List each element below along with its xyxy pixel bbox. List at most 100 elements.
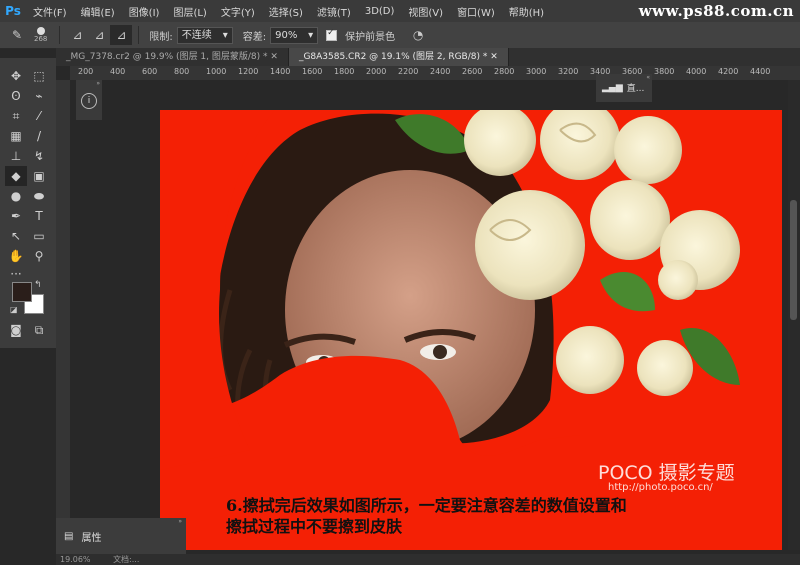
brush-size-value: 268 <box>34 35 48 43</box>
site-watermark: www.ps88.com.cn <box>638 2 794 20</box>
poco-url: http://photo.poco.cn/ <box>608 482 713 493</box>
history-brush-tool-icon[interactable]: ↯ <box>28 146 50 166</box>
background-eraser-tool-icon[interactable]: ✎ <box>6 25 28 45</box>
menu-type[interactable]: 文字(Y) <box>214 4 262 19</box>
close-icon[interactable]: ✕ <box>270 52 278 62</box>
collapse-icon[interactable]: » <box>56 518 186 525</box>
hand-tool-icon[interactable]: ✋ <box>5 246 27 266</box>
divider <box>59 26 61 44</box>
eyedropper-tool-icon[interactable]: ⁄ <box>28 106 50 126</box>
caption-line-1: 6.擦拭完后效果如图所示，一定要注意容差的数值设置和 <box>226 496 627 515</box>
menu-help[interactable]: 帮助(H) <box>502 4 551 19</box>
rose <box>556 326 624 394</box>
ruler-tick-label: 400 <box>110 67 126 76</box>
document-canvas[interactable]: POCO 摄影专题 http://photo.poco.cn/ 6.擦拭完后效果… <box>160 110 782 550</box>
ruler-tick-label: 2200 <box>398 67 419 76</box>
tools-panel: ✥ ⬚ ʘ ⌁ ⌗ ⁄ ▦ / ⊥ ↯ ◆ ▣ ● ⬬ ✒ T ↖ ▭ ✋ ⚲ … <box>0 58 56 348</box>
right-iris <box>433 345 447 359</box>
tolerance-label: 容差: <box>242 31 267 43</box>
ruler-tick-label: 2800 <box>494 67 515 76</box>
divider <box>138 26 140 44</box>
vertical-scroll-thumb[interactable] <box>790 200 797 320</box>
ruler-tick-label: 1600 <box>302 67 323 76</box>
dodge-tool-icon[interactable]: ⬬ <box>28 186 50 206</box>
vertical-ruler <box>56 80 71 550</box>
histogram-panel-collapsed[interactable]: « ▂▄▆ 直... <box>596 74 652 102</box>
chevron-down-icon: ▾ <box>308 29 314 41</box>
quick-mask-icon[interactable]: ◙ <box>5 320 27 340</box>
document-tabs: _MG_7378.cr2 @ 19.9% (图层 1, 图层蒙版/8) * ✕ … <box>56 48 800 66</box>
ruler-tick-label: 3800 <box>654 67 675 76</box>
menu-edit[interactable]: 编辑(E) <box>74 4 122 19</box>
options-bar: ✎ 268 ⊿ ⊿ ⊿ 限制: 不连续 ▾ 容差: 90% ▾ 保护前景色 ◔ <box>0 22 800 49</box>
shape-tool-icon[interactable]: ▭ <box>28 226 50 246</box>
collapse-icon[interactable]: « <box>596 74 652 81</box>
horizontal-ruler: 200 400 600 800 1000 1200 1400 1600 1800 2000 2200… <box>70 66 800 81</box>
ruler-tick-label: 1800 <box>334 67 355 76</box>
crop-tool-icon[interactable]: ⌗ <box>5 106 27 126</box>
swap-colors-icon[interactable]: ↰ <box>34 280 42 290</box>
close-icon[interactable]: ✕ <box>490 52 498 62</box>
info-panel-collapsed[interactable]: » i <box>76 80 102 120</box>
limit-label: 限制: <box>149 31 173 43</box>
rose <box>590 180 670 260</box>
ruler-tick-label: 800 <box>174 67 190 76</box>
ruler-tick-label: 1200 <box>238 67 259 76</box>
rose-bud <box>658 260 698 300</box>
protect-foreground-checkbox[interactable] <box>326 28 338 41</box>
lasso-tool-icon[interactable]: ʘ <box>5 86 27 106</box>
brush-size-picker[interactable]: 268 <box>34 27 47 43</box>
screen-mode-icon[interactable]: ⧉ <box>28 320 50 340</box>
ruler-tick-label: 4000 <box>686 67 707 76</box>
eraser-tool-icon[interactable]: ◆ <box>5 166 27 186</box>
chevron-down-icon: ▾ <box>222 29 228 41</box>
brush-tip-icon <box>36 27 45 35</box>
healing-brush-tool-icon[interactable]: ▦ <box>5 126 27 146</box>
move-tool-icon[interactable]: ✥ <box>5 66 27 86</box>
ruler-tick-label: 1400 <box>270 67 291 76</box>
sampling-once-icon[interactable]: ⊿ <box>88 25 110 45</box>
info-icon[interactable]: i <box>81 93 97 109</box>
type-tool-icon[interactable]: T <box>28 206 50 226</box>
marquee-tool-icon[interactable]: ⬚ <box>28 66 50 86</box>
sampling-swatch-icon[interactable]: ⊿ <box>110 25 133 45</box>
properties-panel-collapsed[interactable]: » ▤ 属性 <box>56 518 186 554</box>
zoom-readout[interactable]: 19.06% <box>60 555 91 564</box>
menu-image[interactable]: 图像(I) <box>122 4 167 19</box>
menu-view[interactable]: 视图(V) <box>401 4 450 19</box>
menu-window[interactable]: 窗口(W) <box>450 4 502 19</box>
rose <box>475 190 585 300</box>
pressure-size-icon[interactable]: ◔ <box>407 25 429 45</box>
gradient-tool-icon[interactable]: ▣ <box>28 166 50 186</box>
tab-document-1[interactable]: _MG_7378.cr2 @ 19.9% (图层 1, 图层蒙版/8) * ✕ <box>56 48 289 66</box>
ruler-tick-label: 2000 <box>366 67 387 76</box>
menu-filter[interactable]: 滤镜(T) <box>310 4 358 19</box>
menu-file[interactable]: 文件(F) <box>26 4 74 19</box>
ruler-tick-label: 2400 <box>430 67 451 76</box>
status-bar: 19.06% 文档:... <box>56 554 800 565</box>
path-selection-tool-icon[interactable]: ↖ <box>5 226 27 246</box>
menu-layer[interactable]: 图层(L) <box>166 4 213 19</box>
brush-tool-icon[interactable]: / <box>28 126 50 146</box>
limit-select[interactable]: 不连续 ▾ <box>176 26 233 44</box>
default-colors-icon[interactable]: ◪ <box>10 305 18 314</box>
foreground-color-swatch[interactable] <box>12 282 32 302</box>
pen-tool-icon[interactable]: ✒ <box>5 206 27 226</box>
document-info: 文档:... <box>113 555 140 564</box>
quick-select-tool-icon[interactable]: ⌁ <box>28 86 50 106</box>
sampling-continuous-icon[interactable]: ⊿ <box>66 25 88 45</box>
protect-foreground-label: 保护前景色 <box>345 31 396 43</box>
ruler-tick-label: 200 <box>78 67 94 76</box>
zoom-tool-icon[interactable]: ⚲ <box>28 246 50 266</box>
menu-select[interactable]: 选择(S) <box>262 4 310 19</box>
tolerance-field[interactable]: 90% ▾ <box>270 26 319 44</box>
poco-logo: POCO 摄影专题 <box>598 462 735 484</box>
more-tools-icon[interactable]: ··· <box>5 264 27 284</box>
ruler-tick-label: 3000 <box>526 67 547 76</box>
blur-tool-icon[interactable]: ● <box>5 186 27 206</box>
collapse-icon[interactable]: » <box>76 80 102 87</box>
menu-3d[interactable]: 3D(D) <box>358 6 402 17</box>
ruler-tick-label: 4200 <box>718 67 739 76</box>
tab-document-2[interactable]: _G8A3585.CR2 @ 19.1% (图层 2, RGB/8) * ✕ <box>288 48 509 66</box>
clone-stamp-tool-icon[interactable]: ⊥ <box>5 146 27 166</box>
